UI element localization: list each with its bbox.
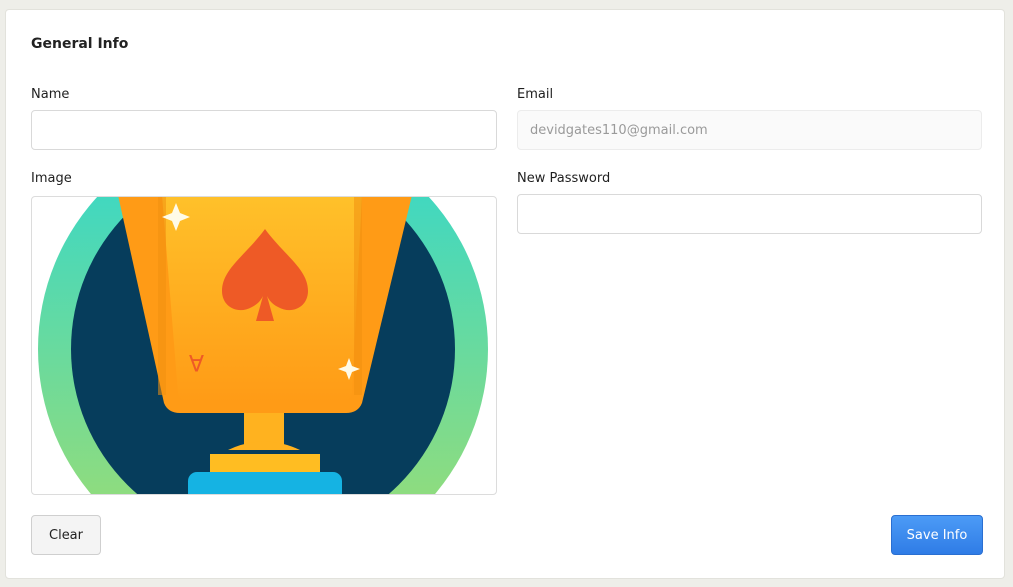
general-info-card: General Info Name Email Image xyxy=(5,9,1005,579)
save-info-button[interactable]: Save Info xyxy=(891,515,983,555)
email-field xyxy=(517,110,982,150)
name-input[interactable] xyxy=(31,110,497,150)
image-label: Image xyxy=(31,171,72,186)
email-label: Email xyxy=(517,87,554,102)
svg-text:A: A xyxy=(189,349,204,374)
trophy-card-icon: A xyxy=(38,197,488,494)
image-upload[interactable]: A xyxy=(31,196,497,495)
clear-button[interactable]: Clear xyxy=(31,515,101,555)
section-title: General Info xyxy=(31,36,129,52)
new-password-input[interactable] xyxy=(517,194,982,234)
name-label: Name xyxy=(31,87,70,102)
new-password-label: New Password xyxy=(517,171,611,186)
